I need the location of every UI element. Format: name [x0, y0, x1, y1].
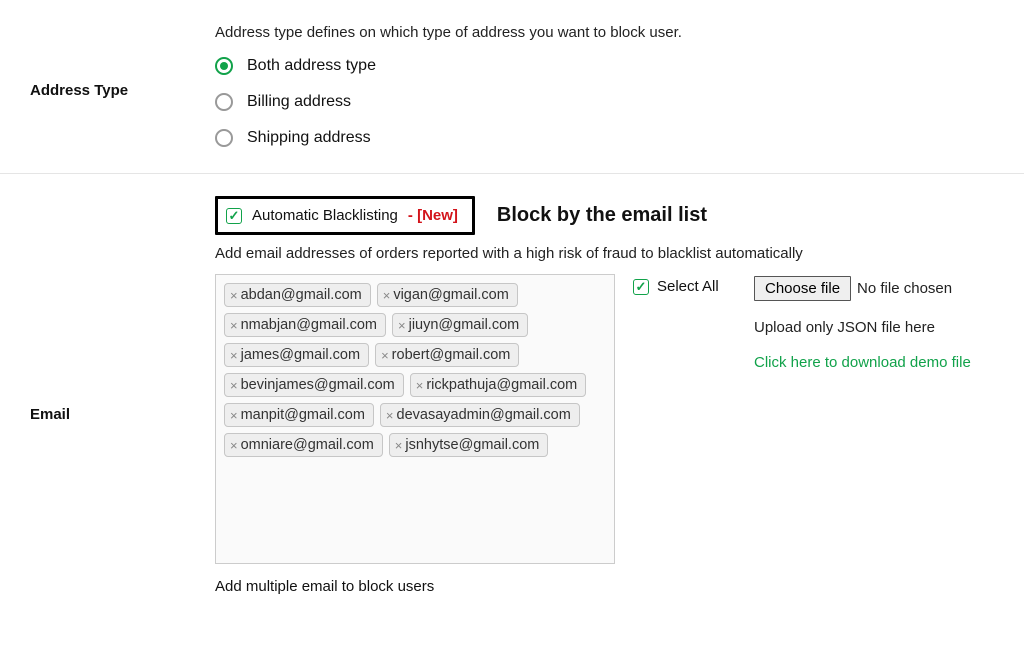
email-tag-text: abdan@gmail.com — [241, 287, 362, 303]
radio-icon — [215, 93, 233, 111]
email-tag[interactable]: ×manpit@gmail.com — [224, 403, 374, 427]
remove-tag-icon[interactable]: × — [416, 379, 424, 392]
email-tag[interactable]: ×james@gmail.com — [224, 343, 369, 367]
automatic-blacklisting-label: Automatic Blacklisting — [252, 207, 398, 224]
radio-icon — [215, 129, 233, 147]
select-all-checkbox[interactable] — [633, 279, 649, 295]
file-chooser-row: Choose file No file chosen — [754, 276, 1004, 301]
select-all-label: Select All — [657, 278, 719, 295]
email-body: Automatic Blacklisting - [New] Block by … — [215, 196, 1024, 595]
email-tag[interactable]: ×omniare@gmail.com — [224, 433, 383, 457]
remove-tag-icon[interactable]: × — [381, 349, 389, 362]
email-tag-text: james@gmail.com — [241, 347, 360, 363]
address-type-hint: Address type defines on which type of ad… — [215, 24, 1004, 41]
automatic-blacklisting-highlight: Automatic Blacklisting - [New] — [215, 196, 475, 235]
remove-tag-icon[interactable]: × — [398, 319, 406, 332]
address-type-section: Address Type Address type defines on whi… — [0, 0, 1024, 173]
address-type-body: Address type defines on which type of ad… — [215, 22, 1024, 151]
remove-tag-icon[interactable]: × — [230, 409, 238, 422]
download-demo-link[interactable]: Click here to download demo file — [754, 354, 1004, 371]
choose-file-button[interactable]: Choose file — [754, 276, 851, 301]
email-tag-text: devasayadmin@gmail.com — [397, 407, 571, 423]
remove-tag-icon[interactable]: × — [383, 289, 391, 302]
email-tag[interactable]: ×vigan@gmail.com — [377, 283, 518, 307]
email-tag-text: omniare@gmail.com — [241, 437, 374, 453]
email-tag-input[interactable]: ×abdan@gmail.com×vigan@gmail.com×nmabjan… — [215, 274, 615, 564]
radio-shipping-address[interactable]: Shipping address — [215, 129, 1004, 147]
email-tag[interactable]: ×robert@gmail.com — [375, 343, 519, 367]
remove-tag-icon[interactable]: × — [230, 439, 238, 452]
radio-billing-address[interactable]: Billing address — [215, 93, 1004, 111]
email-tag-text: manpit@gmail.com — [241, 407, 365, 423]
automatic-blacklisting-checkbox[interactable] — [226, 208, 242, 224]
remove-tag-icon[interactable]: × — [230, 379, 238, 392]
email-label: Email — [0, 196, 215, 595]
email-tag[interactable]: ×nmabjan@gmail.com — [224, 313, 386, 337]
email-tag-text: rickpathuja@gmail.com — [426, 377, 577, 393]
radio-label: Both address type — [247, 57, 376, 75]
block-by-email-heading: Block by the email list — [497, 204, 707, 227]
email-bottom-hint: Add multiple email to block users — [215, 578, 1004, 595]
email-topline: Automatic Blacklisting - [New] Block by … — [215, 196, 1004, 235]
remove-tag-icon[interactable]: × — [230, 289, 238, 302]
radio-label: Shipping address — [247, 129, 371, 147]
remove-tag-icon[interactable]: × — [395, 439, 403, 452]
radio-label: Billing address — [247, 93, 351, 111]
email-tag-text: bevinjames@gmail.com — [241, 377, 395, 393]
email-tag-text: jiuyn@gmail.com — [409, 317, 520, 333]
select-all-row[interactable]: Select All — [633, 278, 719, 295]
email-tag[interactable]: ×devasayadmin@gmail.com — [380, 403, 580, 427]
email-tag[interactable]: ×jiuyn@gmail.com — [392, 313, 528, 337]
remove-tag-icon[interactable]: × — [230, 349, 238, 362]
email-tag[interactable]: ×abdan@gmail.com — [224, 283, 371, 307]
address-type-label: Address Type — [0, 22, 215, 151]
email-tag[interactable]: ×bevinjames@gmail.com — [224, 373, 404, 397]
email-tag[interactable]: ×rickpathuja@gmail.com — [410, 373, 587, 397]
email-tag-text: nmabjan@gmail.com — [241, 317, 377, 333]
file-column: Choose file No file chosen Upload only J… — [754, 274, 1004, 371]
email-row: ×abdan@gmail.com×vigan@gmail.com×nmabjan… — [215, 274, 1004, 564]
email-section: Email Automatic Blacklisting - [New] Blo… — [0, 173, 1024, 617]
email-subhint: Add email addresses of orders reported w… — [215, 245, 1004, 262]
upload-note: Upload only JSON file here — [754, 319, 1004, 336]
remove-tag-icon[interactable]: × — [230, 319, 238, 332]
email-tag-text: vigan@gmail.com — [393, 287, 508, 303]
email-tag-text: jsnhytse@gmail.com — [405, 437, 539, 453]
file-status-text: No file chosen — [857, 280, 952, 297]
email-tag-text: robert@gmail.com — [392, 347, 511, 363]
radio-both-address[interactable]: Both address type — [215, 57, 1004, 75]
email-tag[interactable]: ×jsnhytse@gmail.com — [389, 433, 549, 457]
new-tag: - [New] — [408, 207, 458, 224]
radio-icon — [215, 57, 233, 75]
remove-tag-icon[interactable]: × — [386, 409, 394, 422]
